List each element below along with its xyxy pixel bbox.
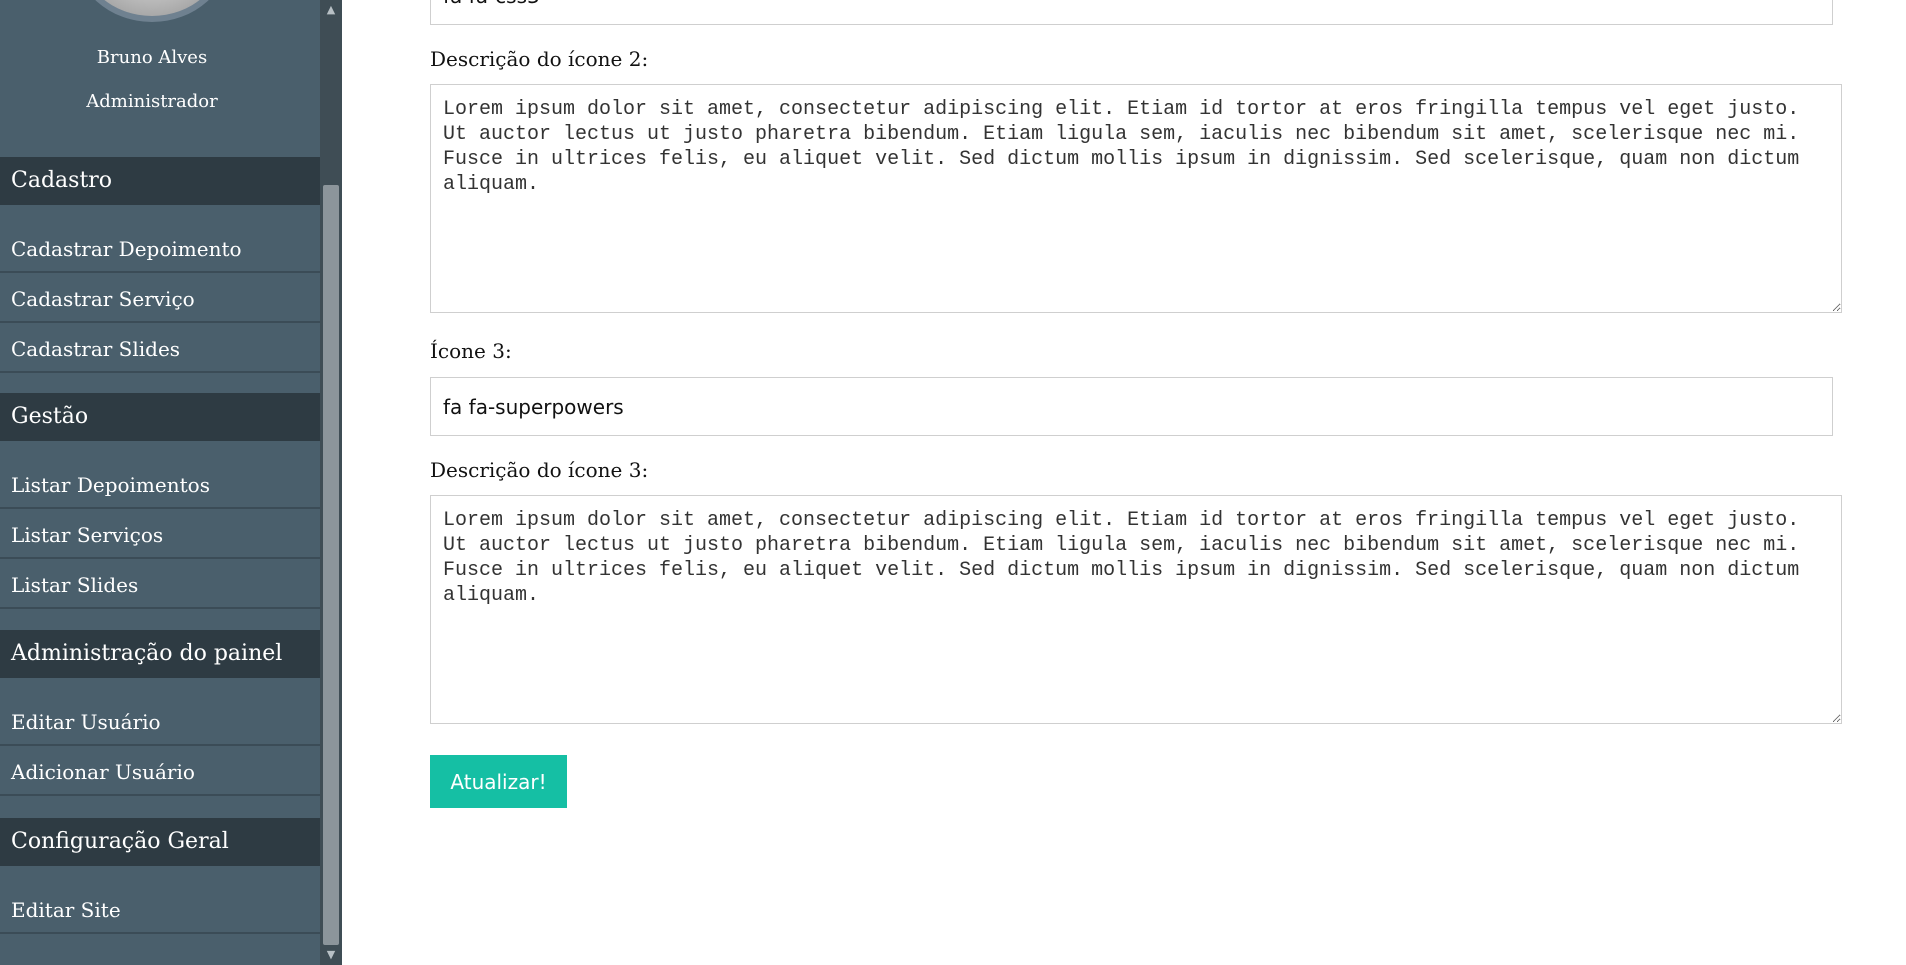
- sidebar-item-listar-servicos[interactable]: Listar Serviços: [0, 511, 320, 559]
- scrollbar-thumb[interactable]: [323, 185, 339, 945]
- update-button[interactable]: Atualizar!: [430, 755, 567, 808]
- section-title-configuracao: Configuração Geral: [0, 818, 320, 866]
- avatar: [74, 0, 230, 22]
- user-name: Bruno Alves: [96, 47, 208, 68]
- user-role: Administrador: [86, 91, 218, 112]
- scroll-up-icon[interactable]: ▲: [320, 0, 342, 20]
- icon3-label: Ícone 3:: [430, 339, 512, 363]
- sidebar-item-listar-slides[interactable]: Listar Slides: [0, 561, 320, 609]
- sidebar-item-editar-site[interactable]: Editar Site: [0, 886, 320, 934]
- scroll-down-icon[interactable]: ▼: [320, 945, 342, 965]
- desc3-label: Descrição do ícone 3:: [430, 458, 649, 482]
- sidebar-item-cadastrar-servico[interactable]: Cadastrar Serviço: [0, 275, 320, 323]
- sidebar-item-editar-usuario[interactable]: Editar Usuário: [0, 698, 320, 746]
- section-title-gestao: Gestão: [0, 393, 320, 441]
- section-title-administracao: Administração do painel: [0, 630, 320, 678]
- icon2-input[interactable]: [430, 0, 1833, 25]
- icon3-input[interactable]: [430, 377, 1833, 436]
- desc2-textarea[interactable]: Lorem ipsum dolor sit amet, consectetur …: [430, 84, 1842, 313]
- sidebar: Bruno Alves Administrador Cadastro Cadas…: [0, 0, 320, 965]
- sidebar-item-cadastrar-depoimento[interactable]: Cadastrar Depoimento: [0, 225, 320, 273]
- section-title-cadastro: Cadastro: [0, 157, 320, 205]
- desc3-textarea[interactable]: Lorem ipsum dolor sit amet, consectetur …: [430, 495, 1842, 724]
- sidebar-scrollbar[interactable]: ▲ ▼: [320, 0, 342, 965]
- sidebar-item-cadastrar-slides[interactable]: Cadastrar Slides: [0, 325, 320, 373]
- desc2-label: Descrição do ícone 2:: [430, 47, 649, 71]
- sidebar-item-adicionar-usuario[interactable]: Adicionar Usuário: [0, 748, 320, 796]
- form-container: Descrição do ícone 2: Lorem ipsum dolor …: [430, 0, 1850, 965]
- sidebar-item-listar-depoimentos[interactable]: Listar Depoimentos: [0, 461, 320, 509]
